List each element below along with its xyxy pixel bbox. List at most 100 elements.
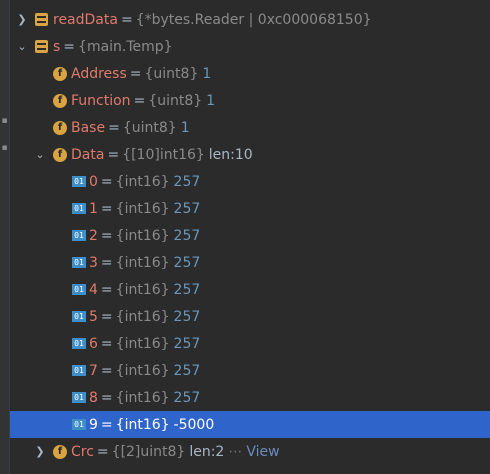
equals-sign: =	[100, 308, 113, 325]
row-text: Base = {uint8} 1	[71, 120, 190, 136]
variable-type: {*bytes.Reader | 0xc000068150}	[135, 11, 372, 28]
row-text: 1 = {int16} 257	[89, 201, 200, 217]
field-name: Function	[71, 92, 131, 109]
element-value: 257	[173, 335, 201, 352]
row-text: 8 = {int16} 257	[89, 390, 200, 406]
tree-row-field[interactable]: f Base = {uint8} 1	[10, 114, 490, 141]
element-type: {int16}	[115, 200, 170, 217]
array-element-icon: 01	[72, 311, 86, 322]
element-type: {int16}	[115, 335, 170, 352]
tree-row-element[interactable]: 01 7 = {int16} 257	[10, 357, 490, 384]
row-text: 5 = {int16} 257	[89, 309, 200, 325]
element-value: 257	[173, 308, 201, 325]
variable-name: readData	[53, 11, 118, 28]
equals-sign: =	[100, 173, 113, 190]
element-index: 6	[89, 335, 98, 352]
tree-row-element[interactable]: 01 1 = {int16} 257	[10, 195, 490, 222]
tree-row-readData[interactable]: ❯ readData = {*bytes.Reader | 0xc0000681…	[10, 6, 490, 33]
variable-icon	[35, 13, 48, 26]
expand-arrow-icon[interactable]: ❯	[16, 13, 28, 26]
element-value: 257	[173, 281, 201, 298]
element-value: 257	[173, 227, 201, 244]
equals-sign: =	[100, 416, 113, 433]
variable-icon	[35, 40, 48, 53]
tree-row-element[interactable]: 01 0 = {int16} 257	[10, 168, 490, 195]
element-type: {int16}	[115, 227, 170, 244]
element-type: {int16}	[115, 173, 170, 190]
element-value: 257	[173, 173, 201, 190]
equals-sign: =	[96, 443, 109, 460]
row-text: 3 = {int16} 257	[89, 255, 200, 271]
tree-row-s[interactable]: ⌄ s = {main.Temp}	[10, 33, 490, 60]
tree-row-field[interactable]: f Address = {uint8} 1	[10, 60, 490, 87]
field-name: Crc	[71, 443, 94, 460]
tree-row-element[interactable]: 01 6 = {int16} 257	[10, 330, 490, 357]
element-value: 257	[173, 254, 201, 271]
tree-row-element[interactable]: 01 2 = {int16} 257	[10, 222, 490, 249]
field-type: {uint8}	[148, 92, 203, 109]
equals-sign: =	[129, 65, 142, 82]
field-name: Data	[71, 146, 105, 163]
view-link[interactable]: View	[246, 444, 279, 460]
array-length: len:2	[189, 443, 225, 460]
equals-sign: =	[108, 119, 120, 136]
field-type: {[10]int16}	[122, 146, 205, 163]
array-element-icon: 01	[72, 338, 86, 349]
left-gutter: ▪ ▪	[0, 0, 10, 474]
element-value: 257	[173, 362, 201, 379]
field-icon: f	[53, 147, 67, 162]
element-type: {int16}	[115, 308, 170, 325]
equals-sign: =	[120, 11, 133, 28]
tree-row-Crc[interactable]: ❯ f Crc = {[2]uint8} len:2 ⋯ View	[10, 438, 490, 465]
row-text: Data = {[10]int16} len:10	[71, 147, 253, 163]
row-text: 2 = {int16} 257	[89, 228, 200, 244]
gutter-marker-icon: ▪	[1, 116, 8, 126]
row-text: 6 = {int16} 257	[89, 336, 200, 352]
row-text: 0 = {int16} 257	[89, 174, 200, 190]
row-text: Function = {uint8} 1	[71, 93, 215, 109]
array-element-icon: 01	[72, 257, 86, 268]
tree-row-element[interactable]: 01 4 = {int16} 257	[10, 276, 490, 303]
element-type: {int16}	[115, 281, 170, 298]
element-index: 3	[89, 254, 98, 271]
equals-sign: =	[100, 281, 113, 298]
row-text: Address = {uint8} 1	[71, 66, 211, 82]
equals-sign: =	[100, 227, 113, 244]
tree-row-element[interactable]: 01 5 = {int16} 257	[10, 303, 490, 330]
element-value: 257	[173, 200, 201, 217]
equals-sign: =	[100, 254, 113, 271]
equals-sign: =	[63, 38, 76, 55]
element-index: 1	[89, 200, 98, 217]
ellipsis: ⋯	[228, 443, 243, 460]
row-text: 4 = {int16} 257	[89, 282, 200, 298]
element-index: 7	[89, 362, 98, 379]
array-element-icon: 01	[72, 365, 86, 376]
equals-sign: =	[100, 362, 113, 379]
variable-type: {main.Temp}	[78, 38, 173, 55]
equals-sign: =	[133, 92, 146, 109]
field-icon: f	[53, 444, 67, 459]
collapse-arrow-icon[interactable]: ⌄	[16, 40, 28, 53]
element-index: 2	[89, 227, 98, 244]
element-index: 5	[89, 308, 98, 325]
field-type: {uint8}	[122, 119, 177, 136]
equals-sign: =	[100, 389, 113, 406]
expand-arrow-icon[interactable]: ❯	[34, 445, 46, 458]
equals-sign: =	[100, 335, 113, 352]
field-value: 1	[202, 65, 212, 82]
collapse-arrow-icon[interactable]: ⌄	[34, 148, 46, 161]
tree-row-element[interactable]: 01 3 = {int16} 257	[10, 249, 490, 276]
element-type: {int16}	[115, 389, 170, 406]
tree-row-element[interactable]: 01 8 = {int16} 257	[10, 384, 490, 411]
tree-row-field[interactable]: f Function = {uint8} 1	[10, 87, 490, 114]
array-element-icon: 01	[72, 284, 86, 295]
element-type: {int16}	[115, 362, 170, 379]
field-icon: f	[53, 120, 67, 135]
field-name: Address	[71, 65, 127, 82]
field-icon: f	[53, 93, 67, 108]
equals-sign: =	[100, 200, 113, 217]
row-text: readData = {*bytes.Reader | 0xc000068150…	[53, 12, 372, 28]
tree-row-element-selected[interactable]: 01 9 = {int16} -5000	[10, 411, 490, 438]
tree-row-Data[interactable]: ⌄ f Data = {[10]int16} len:10	[10, 141, 490, 168]
variable-name: s	[53, 38, 61, 55]
